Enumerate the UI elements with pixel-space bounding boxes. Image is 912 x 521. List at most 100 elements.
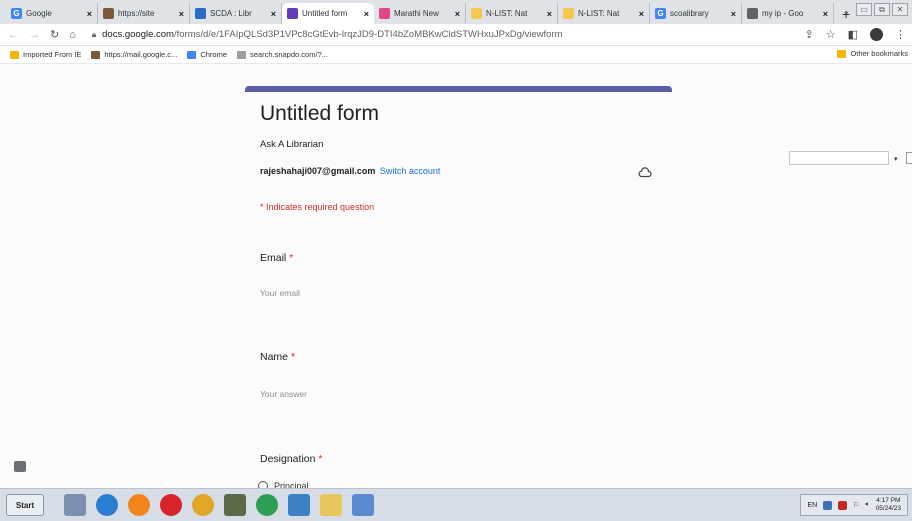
designation-label-text: Designation bbox=[260, 453, 316, 465]
tab-6[interactable]: N-LIST: Nat × bbox=[558, 3, 650, 24]
tab-close-icon[interactable]: × bbox=[87, 9, 92, 19]
tab-1[interactable]: https://site × bbox=[98, 3, 190, 24]
tab-title: N-LIST: Nat bbox=[578, 9, 620, 18]
bookmark-icon bbox=[10, 50, 19, 59]
tab-favicon-icon bbox=[195, 8, 206, 19]
tab-title: SCDA : Libr bbox=[210, 9, 252, 18]
bookmark-star-icon[interactable]: ☆ bbox=[826, 28, 836, 41]
folder-icon[interactable] bbox=[320, 494, 342, 516]
tab-search-chevron-icon[interactable]: ⌄ bbox=[842, 6, 850, 17]
tab-8[interactable]: my ip - Goo × bbox=[742, 3, 834, 24]
email-field[interactable] bbox=[260, 288, 440, 298]
opera-icon[interactable] bbox=[160, 494, 182, 516]
tab-0[interactable]: G Google × bbox=[6, 3, 98, 24]
url-field[interactable]: 🔒︎ docs.google.com/forms/d/e/1FAIpQLSd3P… bbox=[92, 29, 563, 40]
flag-icon[interactable]: ⚐ bbox=[853, 501, 859, 509]
tab-title: scoalibrary bbox=[670, 9, 709, 18]
dropdown-arrow-icon[interactable]: ▾ bbox=[894, 155, 898, 163]
tab-2[interactable]: SCDA : Libr × bbox=[190, 3, 282, 24]
bookmark-label: Chrome bbox=[200, 50, 227, 59]
menu-dots-icon[interactable]: ⋮ bbox=[895, 28, 906, 41]
form-header-accent bbox=[245, 86, 672, 92]
media-icon[interactable] bbox=[224, 494, 246, 516]
tab-close-icon[interactable]: × bbox=[639, 9, 644, 19]
bookmarks-bar: Imported From IE https://mail.google.c...… bbox=[0, 46, 912, 64]
profile-avatar[interactable] bbox=[870, 28, 883, 41]
tab-7[interactable]: Gscoalibrary × bbox=[650, 3, 742, 24]
reload-icon[interactable]: ↻ bbox=[50, 28, 59, 41]
minimize-icon[interactable]: ▭ bbox=[856, 3, 872, 16]
name-question-label: Name * bbox=[260, 351, 295, 363]
email-question-label: Email * bbox=[260, 252, 293, 264]
bookmark-item[interactable]: Imported From IE bbox=[10, 50, 81, 59]
required-star: * bbox=[289, 252, 294, 264]
tab-favicon-icon bbox=[471, 8, 482, 19]
tab-favicon-icon bbox=[103, 8, 114, 19]
required-star: * bbox=[318, 453, 323, 465]
tray-icon[interactable] bbox=[823, 500, 833, 510]
side-dropdown[interactable] bbox=[789, 151, 889, 165]
tab-close-icon[interactable]: × bbox=[179, 9, 184, 19]
email-label-text: Email bbox=[260, 252, 287, 264]
tab-title: N-LIST: Nat bbox=[486, 9, 528, 18]
clock[interactable]: 4:17 PM 05/24/23 bbox=[876, 497, 901, 513]
tab-5[interactable]: N-LIST: Nat × bbox=[466, 3, 558, 24]
name-label-text: Name bbox=[260, 351, 289, 363]
close-window-icon[interactable]: ✕ bbox=[892, 3, 908, 16]
tab-favicon-icon bbox=[287, 8, 298, 19]
browser-toolbar: ⇪ ☆ ◧ ⋮ bbox=[805, 28, 906, 41]
language-indicator[interactable]: EN bbox=[807, 502, 817, 509]
notes-icon[interactable] bbox=[352, 494, 374, 516]
share-icon[interactable]: ⇪ bbox=[805, 28, 814, 41]
designation-question-label: Designation * bbox=[260, 453, 322, 465]
required-star: * bbox=[290, 351, 296, 363]
taskbar-icons bbox=[64, 494, 374, 516]
url-path: /forms/d/e/1FAIpQLSd3P1VPc8cGtEvb-lrqzJD… bbox=[173, 29, 563, 40]
required-note: * Indicates required question bbox=[260, 202, 375, 212]
tab-favicon-icon bbox=[379, 8, 390, 19]
tab-title: Marathi New bbox=[394, 9, 439, 18]
tab-close-icon[interactable]: × bbox=[823, 9, 828, 19]
other-bookmarks[interactable]: Other bookmarks bbox=[837, 49, 908, 58]
bookmark-icon bbox=[187, 50, 197, 59]
tab-close-icon[interactable]: × bbox=[364, 9, 369, 19]
bookmark-item[interactable]: Chrome bbox=[187, 50, 227, 59]
tray-icon[interactable] bbox=[838, 500, 848, 510]
tab-3[interactable]: Untitled form × bbox=[282, 3, 374, 24]
home-icon[interactable]: ⌂ bbox=[69, 29, 76, 41]
bookmark-item[interactable]: search.snapdo.com/?... bbox=[237, 50, 328, 59]
tab-4[interactable]: Marathi New × bbox=[374, 3, 466, 24]
tab-favicon-icon bbox=[747, 8, 758, 19]
tab-favicon-icon: G bbox=[655, 8, 666, 19]
switch-account-link[interactable]: Switch account bbox=[380, 166, 441, 176]
chrome-active-icon[interactable] bbox=[256, 494, 278, 516]
tab-close-icon[interactable]: × bbox=[547, 9, 552, 19]
start-button[interactable]: Start bbox=[6, 494, 44, 516]
network-icon[interactable] bbox=[288, 494, 310, 516]
side-panel-icon[interactable]: ◧ bbox=[848, 28, 858, 41]
maximize-icon[interactable]: ⧉ bbox=[874, 3, 890, 16]
bookmark-icon bbox=[91, 50, 101, 59]
firefox-icon[interactable] bbox=[128, 494, 150, 516]
users-icon[interactable] bbox=[64, 494, 86, 516]
name-field[interactable] bbox=[260, 389, 440, 399]
tab-favicon-icon: G bbox=[11, 8, 22, 19]
chat-icon[interactable] bbox=[14, 461, 26, 472]
tab-title: https://site bbox=[118, 9, 155, 18]
tab-strip: G Google × https://site × SCDA : Libr × Untitle… bbox=[0, 0, 912, 24]
back-icon[interactable]: ← bbox=[8, 29, 19, 41]
taskbar: Start EN ⚐ 🔈︎ 4:17 PM 05/24/23 bbox=[0, 488, 912, 521]
folder-icon bbox=[837, 49, 847, 58]
tab-close-icon[interactable]: × bbox=[731, 9, 736, 19]
form-description: Ask A Librarian bbox=[260, 139, 324, 150]
volume-icon[interactable]: 🔈︎ bbox=[865, 501, 869, 509]
window-controls: ▭ ⧉ ✕ bbox=[856, 3, 908, 16]
other-bookmarks-label: Other bookmarks bbox=[850, 49, 908, 58]
tab-close-icon[interactable]: × bbox=[455, 9, 460, 19]
chrome-icon[interactable] bbox=[192, 494, 214, 516]
system-tray: EN ⚐ 🔈︎ 4:17 PM 05/24/23 bbox=[800, 494, 908, 516]
bookmark-item[interactable]: https://mail.google.c... bbox=[91, 50, 177, 59]
edge-icon[interactable] bbox=[96, 494, 118, 516]
forward-icon[interactable]: → bbox=[29, 29, 40, 41]
tab-close-icon[interactable]: × bbox=[271, 9, 276, 19]
